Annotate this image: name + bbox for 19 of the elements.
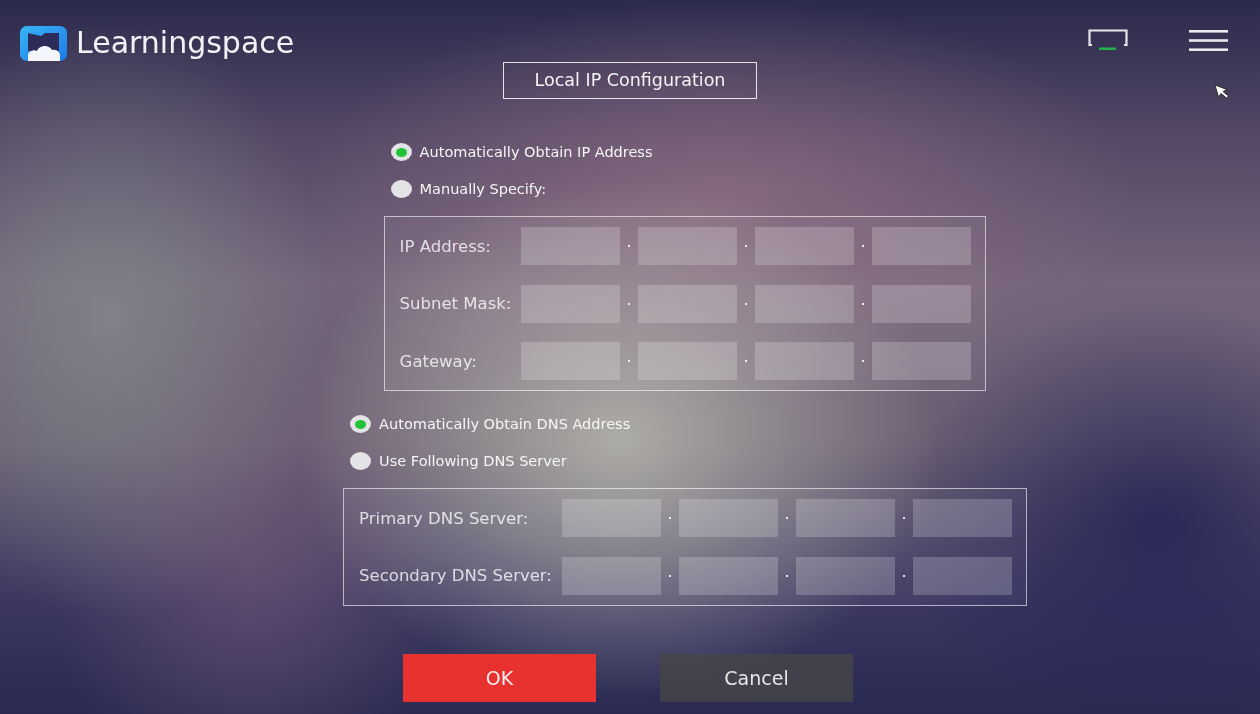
- cancel-button[interactable]: Cancel: [660, 653, 853, 702]
- app-name: Learningspace: [76, 25, 295, 61]
- page-title: Local IP Configuration: [502, 62, 758, 99]
- logo-icon: [20, 25, 67, 61]
- field-label: Primary DNS Server:: [359, 508, 530, 528]
- field-label: Subnet Mask:: [399, 294, 512, 313]
- radio-button[interactable]: [350, 452, 372, 470]
- radio-button[interactable]: [390, 143, 412, 161]
- field-label: Secondary DNS Server:: [359, 566, 552, 585]
- radio-label[interactable]: Manually Specify:: [419, 181, 547, 197]
- radio-button[interactable]: [350, 415, 372, 433]
- radio-label[interactable]: Automatically Obtain IP Address: [419, 144, 653, 160]
- menu-icon[interactable]: [1189, 29, 1228, 51]
- screen-icon[interactable]: [1088, 29, 1128, 51]
- ok-button[interactable]: OK: [403, 653, 596, 702]
- radio-label[interactable]: Use Following DNS Server: [379, 453, 567, 469]
- field-label: Gateway:: [399, 351, 478, 371]
- field-label: IP Address:: [399, 236, 492, 256]
- radio-button[interactable]: [390, 180, 412, 198]
